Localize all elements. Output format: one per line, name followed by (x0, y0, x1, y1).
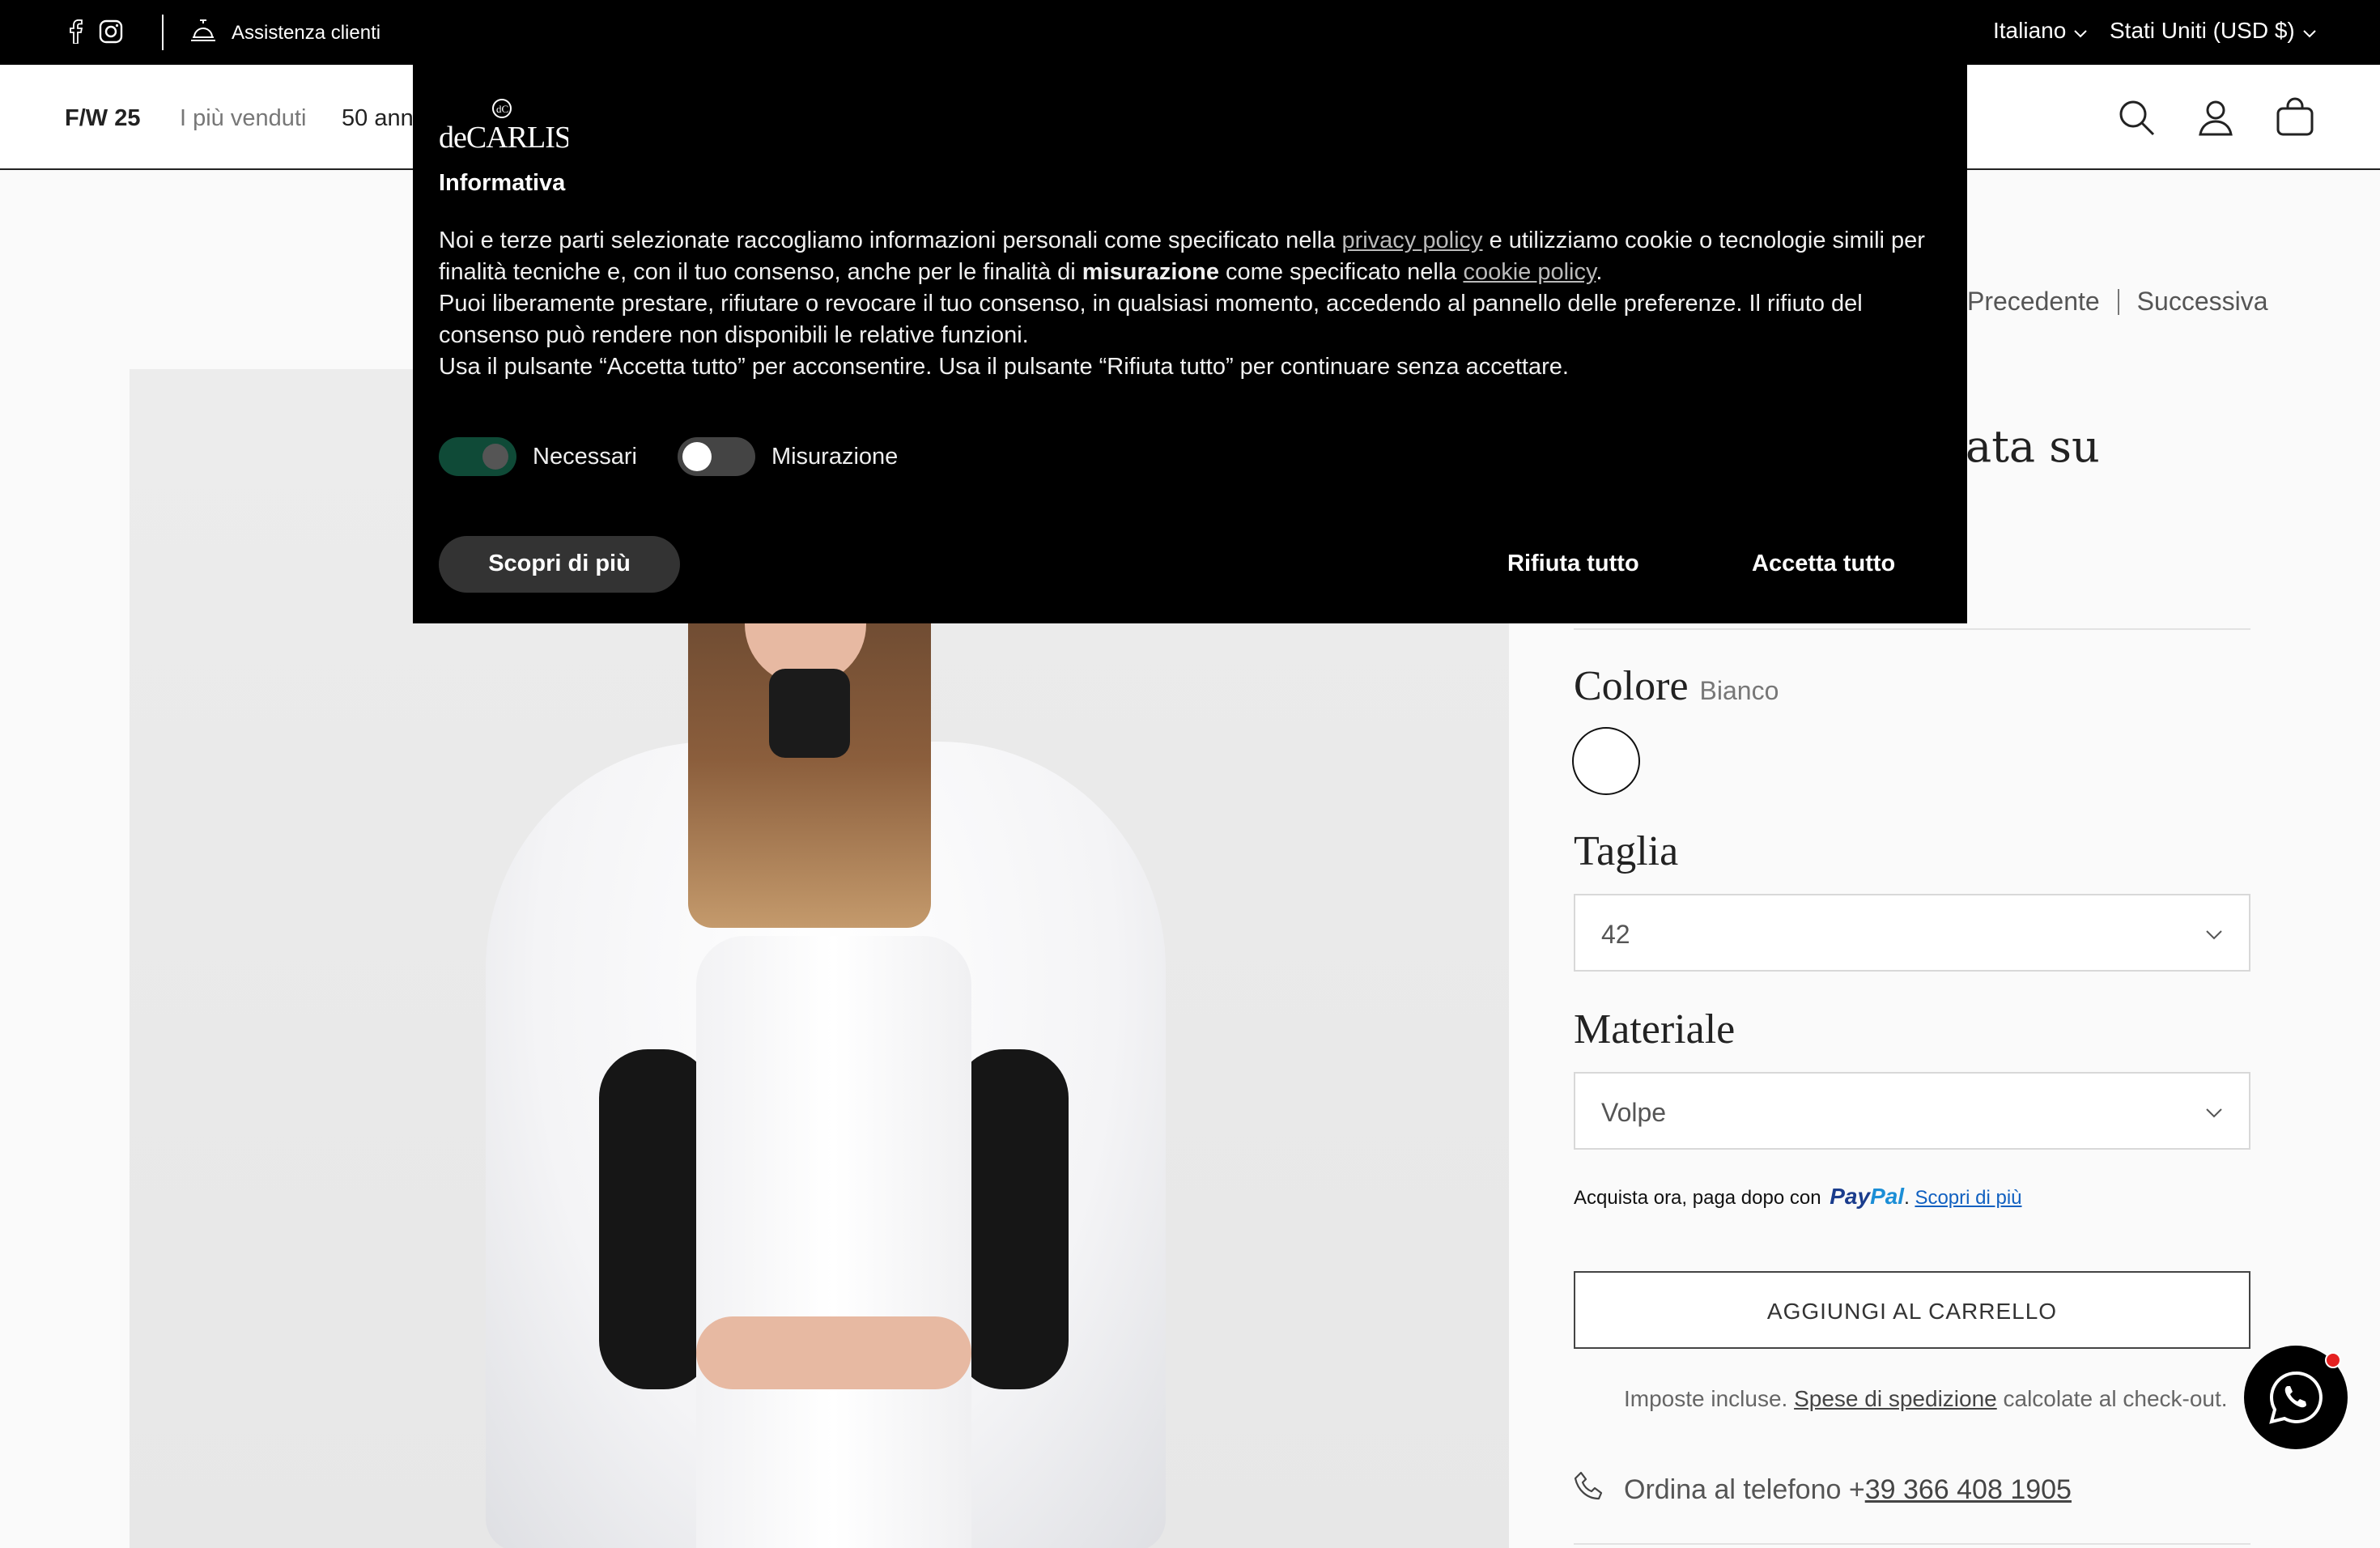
nav-item-fw25[interactable]: F/W 25 (65, 105, 140, 132)
country-label: Stati Uniti (USD $) (2110, 18, 2295, 43)
chevron-down-icon (2074, 18, 2088, 44)
consent-paragraph-2: Puoi liberamente prestare, rifiutare o r… (439, 291, 1863, 348)
fur-front-panel (696, 936, 971, 1548)
size-select-value: 42 (1601, 920, 1630, 949)
customer-support-label: Assistenza clienti (232, 21, 381, 44)
accept-all-button[interactable]: Accetta tutto (1752, 551, 1895, 577)
product-title: ata su (1966, 421, 2100, 472)
divider (162, 15, 164, 50)
model-hands (696, 1316, 971, 1389)
instagram-icon[interactable] (99, 19, 123, 48)
search-icon[interactable] (2116, 97, 2157, 138)
paypal-learn-more-link[interactable]: Scopri di più (1915, 1187, 2021, 1209)
nav-item-bestsellers[interactable]: I più venduti (180, 105, 306, 132)
toggle-knob (682, 442, 712, 471)
taxes-post: calcolate al check-out. (2003, 1386, 2228, 1411)
consent-toggles: Necessari Misurazione (439, 437, 938, 476)
material-select-value: Volpe (1601, 1098, 1667, 1127)
reject-all-button[interactable]: Rifiuta tutto (1507, 551, 1639, 577)
learn-more-button[interactable]: Scopri di più (439, 536, 680, 593)
cookie-consent-dialog: dC deCARLIS Informativa Noi e terze part… (413, 65, 1967, 623)
customer-support-link[interactable]: Assistenza clienti (189, 18, 380, 48)
color-value: Bianco (1699, 676, 1779, 705)
prev-product-link[interactable]: Precedente (1967, 287, 2100, 317)
consent-text: come specificato nella (1219, 259, 1464, 285)
dialog-body: Noi e terze parti selezionate raccogliam… (439, 225, 1944, 383)
country-selector[interactable]: Stati Uniti (USD $) (2110, 18, 2316, 44)
whatsapp-icon (2268, 1370, 2323, 1429)
phone-number-link[interactable]: 39 366 408 1905 (1865, 1474, 2072, 1505)
color-swatch-bianco[interactable] (1572, 727, 1640, 795)
model-arm-right (955, 1049, 1069, 1389)
chevron-down-icon (2204, 1099, 2225, 1121)
toggle-misurazione-label: Misurazione (771, 443, 899, 470)
taxes-pre: Imposte incluse. (1624, 1386, 1788, 1411)
whatsapp-chat-button[interactable] (2244, 1346, 2348, 1449)
material-heading: Materiale (1574, 1006, 1736, 1053)
toggle-necessari-label: Necessari (533, 443, 637, 470)
privacy-policy-link[interactable]: privacy policy (1341, 228, 1482, 253)
paypal-logo: PayPal (1830, 1184, 1904, 1209)
add-to-cart-button[interactable]: AGGIUNGI AL CARRELLO (1574, 1271, 2250, 1349)
consent-paragraph-1: Noi e terze parti selezionate raccogliam… (439, 225, 1944, 288)
material-select[interactable]: Volpe (1574, 1072, 2250, 1150)
next-product-link[interactable]: Successiva (2137, 287, 2268, 317)
divider (1574, 628, 2250, 630)
model-arm-left (599, 1049, 712, 1389)
cookie-policy-link[interactable]: cookie policy (1463, 259, 1596, 285)
paypal-logo-pay: Pay (1830, 1184, 1871, 1209)
header-icons (2116, 97, 2315, 138)
model-turtleneck (769, 669, 850, 758)
chevron-down-icon (2204, 921, 2225, 942)
toggle-necessari[interactable] (439, 437, 516, 476)
cart-icon[interactable] (2275, 97, 2315, 138)
announcement-bar: Assistenza clienti Italiano Stati Uniti … (0, 0, 2380, 65)
social-links (70, 19, 123, 48)
paypal-prefix: Acquista ora, paga dopo con (1574, 1187, 1821, 1209)
color-heading: Colore Bianco (1574, 662, 1779, 710)
paypal-logo-pal: Pal (1870, 1184, 1905, 1209)
notification-dot (2325, 1352, 2341, 1368)
consent-text: Noi e terze parti selezionate raccogliam… (439, 228, 1342, 253)
account-icon[interactable] (2195, 97, 2236, 138)
chevron-down-icon (2303, 18, 2316, 44)
consent-text-bold: misurazione (1082, 259, 1219, 285)
phone-label: Ordina al telefono + (1624, 1474, 1865, 1505)
consent-text: . (1596, 259, 1603, 285)
taxes-note: Imposte incluse. Spese di spedizione cal… (1624, 1386, 2228, 1412)
facebook-icon[interactable] (70, 19, 83, 48)
toggle-misurazione[interactable] (677, 437, 755, 476)
language-selector[interactable]: Italiano (1993, 18, 2088, 44)
consent-paragraph-3: Usa il pulsante “Accetta tutto” per acco… (439, 354, 1569, 380)
toggle-knob (482, 444, 508, 470)
size-heading: Taglia (1574, 828, 1679, 874)
brand-logo-text: deCARLIS (439, 121, 568, 155)
brand-logo: dC deCARLIS (439, 96, 572, 160)
nav-item-50-anni[interactable]: 50 ann (342, 105, 414, 132)
size-select[interactable]: 42 (1574, 894, 2250, 972)
color-label: Colore (1574, 663, 1689, 709)
bell-icon (189, 18, 217, 48)
divider (2117, 288, 2119, 315)
product-pager: Precedente Successiva (1967, 287, 2268, 317)
shipping-link[interactable]: Spese di spedizione (1794, 1386, 1997, 1411)
phone-order: Ordina al telefono +39 366 408 1905 (1574, 1470, 2072, 1510)
language-label: Italiano (1993, 18, 2067, 43)
svg-text:dC: dC (496, 103, 508, 115)
divider (1574, 1543, 2250, 1545)
paypal-message: Acquista ora, paga dopo con PayPal. Scop… (1574, 1184, 2022, 1209)
dialog-heading: Informativa (439, 170, 566, 196)
phone-icon (1574, 1470, 1606, 1510)
